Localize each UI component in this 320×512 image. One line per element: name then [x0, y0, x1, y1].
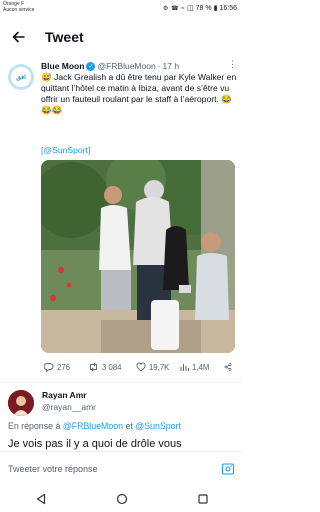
reply-avatar-image	[8, 390, 34, 416]
image-icon[interactable]	[221, 462, 235, 476]
like-count: 19,7K	[149, 362, 170, 372]
tweet-text: 😅 Jack Grealish a dû être tenu par Kyle …	[41, 72, 237, 115]
tweet-time: 17 h	[162, 61, 180, 71]
battery-icon: ▮	[213, 5, 218, 12]
replying-prefix: En réponse à	[8, 421, 63, 431]
page-title: Tweet	[45, 29, 84, 45]
tweet-photo[interactable]	[41, 160, 235, 353]
replying-to: En réponse à @FRBlueMoon et @SunSport	[8, 421, 181, 431]
like-icon	[136, 362, 146, 372]
top-bar: Tweet	[0, 20, 243, 54]
reply-icon	[44, 363, 54, 372]
replying-and: et	[123, 421, 136, 431]
share-icon	[224, 363, 232, 371]
vibrate-icon: ◫	[187, 5, 194, 12]
retweet-button[interactable]: 3 084	[88, 362, 136, 372]
views-button[interactable]: 1,4M	[180, 362, 224, 372]
divider	[0, 382, 243, 383]
like-button[interactable]: 19,7K	[136, 362, 180, 372]
photo-illustration	[41, 160, 235, 353]
status-bar: Orange F Aucun service ⚙ ☎ ≈ ◫ 78 % ▮ 16…	[0, 0, 243, 20]
avatar-logo: افق	[11, 67, 31, 87]
back-arrow-icon[interactable]	[7, 26, 29, 48]
tweet-actions: 276 3 084 19,7K 1,4M	[44, 360, 236, 374]
dot-separator: ·	[157, 61, 161, 71]
verified-icon: ✓	[86, 61, 96, 71]
reply-author-handle[interactable]: @rayan__amr	[42, 402, 96, 412]
compose-bar: Tweeter votre réponse	[0, 451, 243, 485]
replying-to-link-2[interactable]: @SunSport	[135, 421, 181, 431]
share-button[interactable]	[224, 362, 232, 372]
status-icons: ⚙ ☎ ≈	[163, 5, 186, 12]
replying-to-link-1[interactable]: @FRBlueMoon	[63, 421, 123, 431]
reply-input[interactable]: Tweeter votre réponse	[8, 464, 98, 474]
carrier-info: Orange F Aucun service	[3, 1, 34, 13]
author-handle[interactable]: @FRBlueMoon	[97, 61, 155, 71]
reply-count: 276	[57, 362, 71, 372]
more-icon[interactable]: ⋮	[228, 59, 237, 70]
reply-button[interactable]: 276	[44, 362, 88, 372]
reply-text: Je vois pas il y a quoi de drôle vous	[8, 438, 182, 450]
tweet-source-link[interactable]: [@SunSport]	[41, 145, 90, 155]
author-name[interactable]: Blue Moon	[41, 61, 84, 71]
nav-back-icon[interactable]	[35, 493, 47, 505]
nav-recents-icon[interactable]	[197, 493, 209, 505]
reply-author-name[interactable]: Rayan Amr	[42, 390, 87, 400]
views-count: 1,4M	[192, 362, 210, 372]
views-icon	[180, 364, 189, 371]
clock: 16:56	[219, 4, 237, 12]
author-avatar[interactable]: افق	[8, 64, 34, 90]
system-nav-bar	[0, 485, 243, 512]
nav-home-icon[interactable]	[116, 493, 128, 505]
battery-level: 78 %	[195, 4, 212, 12]
service-status: Aucun service	[3, 7, 35, 13]
tweet-header: Blue Moon ✓ @FRBlueMoon · 17 h ⋮	[41, 59, 237, 71]
retweet-icon	[90, 362, 97, 372]
status-right: ⚙ ☎ ≈ ◫ 78 % ▮ 16:56	[163, 4, 237, 13]
reply-avatar[interactable]	[8, 390, 34, 416]
retweet-count: 3 084	[102, 362, 122, 372]
